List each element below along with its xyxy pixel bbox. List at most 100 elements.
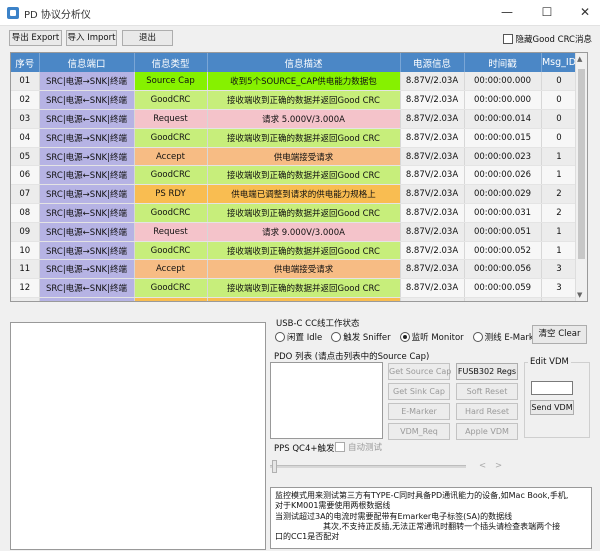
- column-header[interactable]: 信息端口: [39, 53, 135, 72]
- soft-reset-button[interactable]: Soft Reset: [456, 383, 518, 400]
- table-row[interactable]: 11 SRC|电源→SNK|终端 Accept 供电端接受请求 8.87V/2.03A 0…: [11, 259, 578, 280]
- slider-track: [270, 465, 466, 468]
- hide-goodcrc-label: 隐藏Good CRC消息: [515, 35, 592, 45]
- export-button[interactable]: 导出 Export: [9, 30, 62, 46]
- cell-no: 13: [11, 297, 40, 301]
- cell-dir: SRC|电源→SNK|终端: [39, 241, 135, 261]
- table-row[interactable]: 05 SRC|电源→SNK|终端 Accept 供电端接受请求 8.87V/2.03A 0…: [11, 147, 578, 167]
- radio-dot-icon[interactable]: [275, 332, 285, 342]
- vdm-req-button[interactable]: VDM_Req: [388, 423, 450, 440]
- column-header[interactable]: 信息描述: [207, 53, 401, 72]
- cell-no: 02: [11, 90, 40, 111]
- table-row[interactable]: 10 SRC|电源→SNK|终端 GoodCRC 接收端收到正确的数据并返回Good …: [11, 241, 578, 261]
- cell-time: 00:00:00.000: [464, 90, 542, 111]
- cell-dir: SRC|电源→SNK|终端: [39, 128, 135, 148]
- close-button[interactable]: ✕: [574, 3, 596, 21]
- log-text-area[interactable]: [10, 322, 266, 550]
- title-bar: PD 协议分析仪 — ☐ ✕: [0, 0, 600, 26]
- cell-no: 10: [11, 241, 40, 261]
- minimize-button[interactable]: —: [496, 3, 518, 21]
- column-header[interactable]: 电源信息: [400, 53, 465, 72]
- cell-no: 09: [11, 222, 40, 242]
- table-row[interactable]: 08 SRC|电源←SNK|终端 GoodCRC 接收端收到正确的数据并返回Good …: [11, 203, 578, 223]
- cell-type: PS RDY: [134, 297, 208, 301]
- table-scrollbar[interactable]: ▲ ▼: [575, 53, 587, 301]
- cell-dir: SRC|电源→SNK|终端: [39, 72, 135, 92]
- cell-power: 8.87V/2.03A: [400, 109, 465, 129]
- cell-time: 00:00:00.031: [464, 203, 542, 223]
- toolbar: 导出 Export 导入 Import 退出 隐藏Good CRC消息: [0, 27, 600, 49]
- pps-label: PPS QC4+触发: [274, 444, 335, 454]
- get-sink-cap-button[interactable]: Get Sink Cap: [388, 383, 450, 400]
- cell-time: 00:00:00.0: [464, 297, 542, 301]
- cc-mode-radio[interactable]: 闲置 Idle: [275, 331, 322, 343]
- cell-desc: 接收端收到正确的数据并返回Good CRC: [207, 90, 401, 111]
- cell-power: 8.87V/2.03A: [400, 72, 465, 92]
- pdo-list[interactable]: [270, 362, 383, 439]
- fusb302-regs-button[interactable]: FUSB302 Regs: [456, 363, 518, 380]
- table-row[interactable]: 12 SRC|电源←SNK|终端 GoodCRC 接收端收到正确的数据并返回Good …: [11, 278, 578, 299]
- pdo-list-label: PDO 列表 (请点击列表中的Source Cap): [274, 352, 430, 362]
- radio-label: 闲置 Idle: [287, 333, 323, 343]
- scroll-down-icon[interactable]: ▼: [577, 291, 582, 299]
- cell-id: 0: [541, 72, 578, 92]
- clear-button[interactable]: 清空 Clear: [532, 325, 587, 344]
- cell-power: 8.87V/2.03A: [400, 297, 465, 301]
- cell-no: 12: [11, 278, 40, 299]
- cc-mode-radio[interactable]: 触发 Sniffer: [331, 331, 391, 343]
- cell-power: 8.87V/2.03A: [400, 147, 465, 167]
- table-row[interactable]: 13SRC|电源→SNK|终端PS RDY供电端已调整到请求的供电能力规格上8.…: [11, 297, 578, 301]
- slider-thumb[interactable]: [272, 460, 277, 473]
- auto-test-checkbox[interactable]: 自动测试: [335, 441, 382, 453]
- pps-slider[interactable]: [270, 460, 468, 473]
- cell-power: 8.87V/2.03A: [400, 165, 465, 186]
- apple-vdm-button[interactable]: Apple VDM: [456, 423, 518, 440]
- table-row[interactable]: 06 SRC|电源←SNK|终端 GoodCRC 接收端收到正确的数据并返回Good …: [11, 165, 578, 186]
- vdm-input[interactable]: [531, 381, 573, 395]
- cell-dir: SRC|电源→SNK|终端: [39, 297, 135, 301]
- message-table[interactable]: 序号 信息端口 信息类型 信息描述 电源信息 时间戳 Msg_ID 01 SRC|电源→SNK…: [10, 52, 588, 302]
- cell-power: 8.87V/2.03A: [400, 278, 465, 299]
- column-header[interactable]: 序号: [11, 53, 40, 72]
- column-header[interactable]: 信息类型: [134, 53, 208, 72]
- auto-test-box[interactable]: [335, 442, 345, 452]
- import-button[interactable]: 导入 Import: [66, 30, 117, 46]
- info-text-box: 监控模式用来测试第三方有TYPE-C同时具备PD通讯能力的设备,如Mac Boo…: [270, 487, 592, 549]
- cell-power: 8.87V/2.03A: [400, 203, 465, 223]
- exit-button[interactable]: 退出: [122, 30, 173, 46]
- cell-desc: 供电端已调整到请求的供电能力规格上: [207, 297, 401, 301]
- cell-id: 4: [541, 297, 578, 301]
- maximize-button[interactable]: ☐: [536, 3, 558, 21]
- table-row[interactable]: 04 SRC|电源→SNK|终端 GoodCRC 接收端收到正确的数据并返回Good …: [11, 128, 578, 148]
- hide-goodcrc-checkbox[interactable]: 隐藏Good CRC消息: [502, 33, 592, 45]
- table-row[interactable]: 09 SRC|电源←SNK|终端 Request 请求 9.000V/3.000A 8.…: [11, 222, 578, 242]
- hard-reset-button[interactable]: Hard Reset: [456, 403, 518, 420]
- scroll-up-icon[interactable]: ▲: [577, 55, 582, 63]
- scrollbar-thumb[interactable]: [578, 69, 585, 259]
- get-source-cap-button[interactable]: Get Source Cap: [388, 363, 451, 380]
- cc-mode-radio[interactable]: 监听 Monitor: [399, 331, 464, 343]
- cell-dir: SRC|电源→SNK|终端: [39, 184, 135, 205]
- cell-no: 03: [11, 109, 40, 129]
- radio-dot-icon[interactable]: [331, 332, 342, 342]
- cell-id: 3: [541, 278, 578, 299]
- table-row[interactable]: 07 SRC|电源→SNK|终端 PS RDY 供电端已调整到请求的供电能力规格上 8.…: [11, 184, 578, 205]
- column-header[interactable]: Msg_ID: [541, 53, 578, 72]
- spin-next-icon[interactable]: >: [495, 461, 502, 471]
- checkbox-box[interactable]: [502, 34, 513, 44]
- table-body: 01 SRC|电源→SNK|终端 Source Cap 收到5个SOURCE_CAP供…: [11, 72, 578, 301]
- table-row[interactable]: 03 SRC|电源←SNK|终端 Request 请求 5.000V/3.000A 8.…: [11, 109, 578, 129]
- spin-prev-icon[interactable]: <: [479, 461, 486, 471]
- column-header[interactable]: 时间戳: [464, 53, 542, 72]
- cell-desc: 接收端收到正确的数据并返回Good CRC: [207, 203, 401, 223]
- radio-dot-icon[interactable]: [399, 332, 410, 342]
- cell-dir: SRC|电源←SNK|终端: [39, 203, 135, 223]
- send-vdm-button[interactable]: Send VDM: [530, 400, 574, 415]
- cell-desc: 接收端收到正确的数据并返回Good CRC: [207, 241, 401, 261]
- table-row[interactable]: 02 SRC|电源←SNK|终端 GoodCRC 接收端收到正确的数据并返回Good …: [11, 90, 578, 111]
- radio-label: 触发 Sniffer: [343, 333, 391, 343]
- table-header: 序号 信息端口 信息类型 信息描述 电源信息 时间戳 Msg_ID: [11, 53, 578, 72]
- e-marker-button[interactable]: E-Marker: [388, 403, 450, 420]
- table-row[interactable]: 01 SRC|电源→SNK|终端 Source Cap 收到5个SOURCE_CAP供…: [11, 72, 578, 92]
- radio-dot-icon[interactable]: [472, 332, 483, 342]
